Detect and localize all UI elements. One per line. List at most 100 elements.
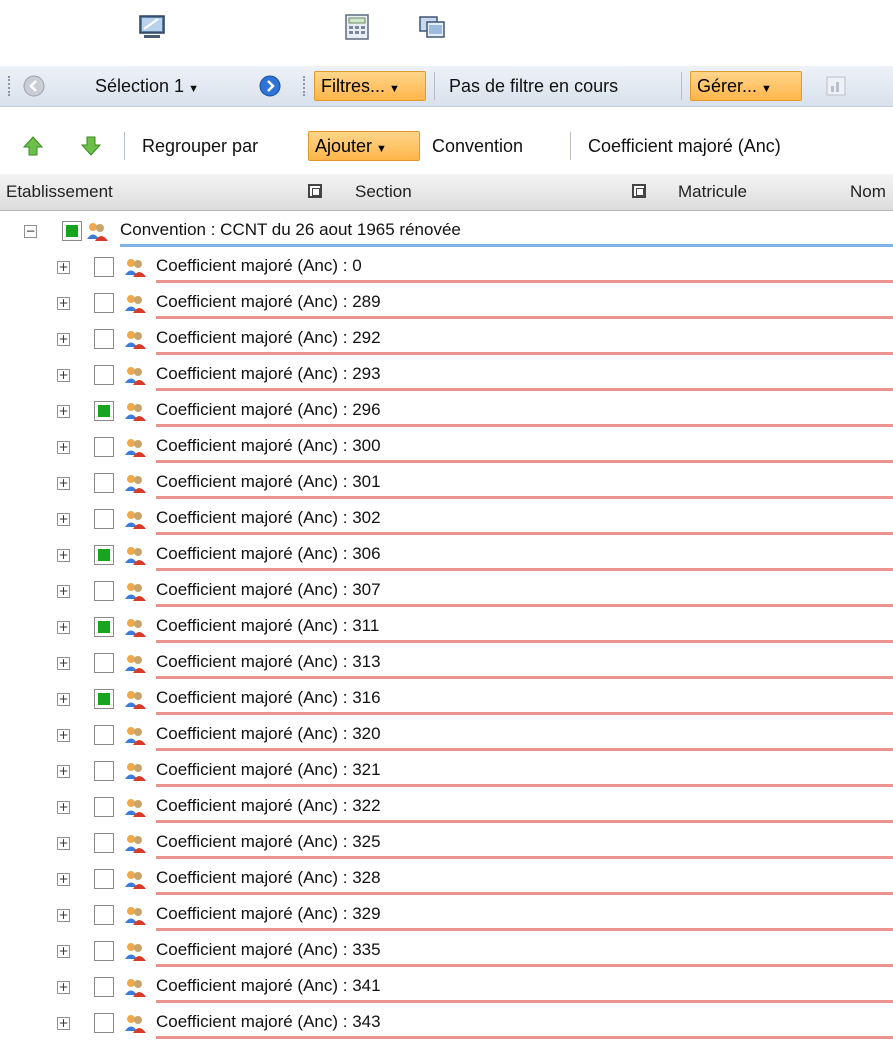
- expand-icon[interactable]: +: [57, 549, 70, 562]
- group-underline: [156, 316, 893, 319]
- monitor-icon[interactable]: [138, 13, 166, 41]
- tree-group-row[interactable]: + Coefficient majoré (Anc) : 329: [0, 898, 893, 934]
- column-chooser-icon[interactable]: [308, 184, 322, 198]
- windows-icon[interactable]: [418, 13, 446, 41]
- tree-group-row[interactable]: + Coefficient majoré (Anc) : 316: [0, 682, 893, 718]
- tree-group-row[interactable]: + Coefficient majoré (Anc) : 0: [0, 250, 893, 286]
- arrow-down-icon[interactable]: [80, 135, 102, 157]
- column-chooser-icon[interactable]: [632, 184, 646, 198]
- column-etablissement[interactable]: Etablissement: [6, 174, 113, 210]
- column-section[interactable]: Section: [355, 174, 412, 210]
- row-checkbox[interactable]: [94, 977, 114, 997]
- next-icon[interactable]: [258, 74, 282, 98]
- tree-group-row[interactable]: + Coefficient majoré (Anc) : 325: [0, 826, 893, 862]
- selection-dropdown[interactable]: Sélection 1 ▼: [95, 66, 199, 109]
- expand-icon[interactable]: +: [57, 621, 70, 634]
- group-chip-coefficient[interactable]: Coefficient majoré (Anc): [588, 124, 781, 168]
- row-checkbox[interactable]: [94, 689, 114, 709]
- group-label: Coefficient majoré (Anc) : 300: [156, 436, 381, 455]
- tree-root-row[interactable]: − Convention : CCNT du 26 aout 1965 réno…: [0, 214, 893, 250]
- expand-icon[interactable]: +: [57, 657, 70, 670]
- row-checkbox[interactable]: [94, 905, 114, 925]
- tree-group-row[interactable]: + Coefficient majoré (Anc) : 320: [0, 718, 893, 754]
- tree-group-row[interactable]: + Coefficient majoré (Anc) : 335: [0, 934, 893, 970]
- tree-group-row[interactable]: + Coefficient majoré (Anc) : 328: [0, 862, 893, 898]
- group-underline: [156, 280, 893, 283]
- tree-group-row[interactable]: + Coefficient majoré (Anc) : 313: [0, 646, 893, 682]
- row-checkbox[interactable]: [94, 473, 114, 493]
- group-label: Coefficient majoré (Anc) : 289: [156, 292, 381, 311]
- expand-icon[interactable]: +: [57, 693, 70, 706]
- add-group-button[interactable]: Ajouter ▼: [308, 131, 420, 161]
- expand-icon[interactable]: +: [57, 729, 70, 742]
- column-nom[interactable]: Nom: [850, 174, 886, 210]
- column-matricule[interactable]: Matricule: [678, 174, 747, 210]
- expand-icon[interactable]: +: [57, 297, 70, 310]
- row-checkbox[interactable]: [94, 257, 114, 277]
- toolbar-grip[interactable]: [8, 76, 13, 96]
- row-checkbox[interactable]: [94, 293, 114, 313]
- group-underline: [156, 856, 893, 859]
- expand-icon[interactable]: +: [57, 765, 70, 778]
- row-checkbox[interactable]: [94, 545, 114, 565]
- expand-icon[interactable]: +: [57, 261, 70, 274]
- tree-group-row[interactable]: + Coefficient majoré (Anc) : 306: [0, 538, 893, 574]
- filters-button[interactable]: Filtres... ▼: [314, 71, 426, 101]
- row-checkbox[interactable]: [94, 653, 114, 673]
- row-checkbox[interactable]: [94, 581, 114, 601]
- expand-icon[interactable]: +: [57, 1017, 70, 1030]
- group-label: Coefficient majoré (Anc) : 320: [156, 724, 381, 743]
- expand-icon[interactable]: +: [57, 981, 70, 994]
- root-checkbox[interactable]: [62, 221, 82, 241]
- row-checkbox[interactable]: [94, 1013, 114, 1033]
- tree-group-row[interactable]: + Coefficient majoré (Anc) : 300: [0, 430, 893, 466]
- row-checkbox[interactable]: [94, 761, 114, 781]
- tree-group-row[interactable]: + Coefficient majoré (Anc) : 343: [0, 1006, 893, 1042]
- group-label: Coefficient majoré (Anc) : 292: [156, 328, 381, 347]
- collapse-icon[interactable]: −: [24, 225, 37, 238]
- manage-button[interactable]: Gérer... ▼: [690, 71, 802, 101]
- tree-group-row[interactable]: + Coefficient majoré (Anc) : 322: [0, 790, 893, 826]
- row-checkbox[interactable]: [94, 725, 114, 745]
- row-checkbox[interactable]: [94, 833, 114, 853]
- tree-group-row[interactable]: + Coefficient majoré (Anc) : 311: [0, 610, 893, 646]
- expand-icon[interactable]: +: [57, 873, 70, 886]
- row-checkbox[interactable]: [94, 401, 114, 421]
- group-chip-convention[interactable]: Convention: [432, 124, 523, 168]
- row-checkbox[interactable]: [94, 869, 114, 889]
- arrow-up-icon[interactable]: [22, 135, 44, 157]
- expand-icon[interactable]: +: [57, 945, 70, 958]
- row-checkbox[interactable]: [94, 941, 114, 961]
- expand-icon[interactable]: +: [57, 441, 70, 454]
- row-checkbox[interactable]: [94, 437, 114, 457]
- row-checkbox[interactable]: [94, 509, 114, 529]
- expand-icon[interactable]: +: [57, 369, 70, 382]
- tree-group-row[interactable]: + Coefficient majoré (Anc) : 289: [0, 286, 893, 322]
- row-checkbox[interactable]: [94, 797, 114, 817]
- row-checkbox[interactable]: [94, 617, 114, 637]
- expand-icon[interactable]: +: [57, 405, 70, 418]
- expand-icon[interactable]: +: [57, 801, 70, 814]
- row-checkbox[interactable]: [94, 365, 114, 385]
- calculator-icon[interactable]: [343, 13, 371, 41]
- expand-icon[interactable]: +: [57, 333, 70, 346]
- tree-group-row[interactable]: + Coefficient majoré (Anc) : 307: [0, 574, 893, 610]
- group-label: Coefficient majoré (Anc) : 335: [156, 940, 381, 959]
- tree-group-row[interactable]: + Coefficient majoré (Anc) : 321: [0, 754, 893, 790]
- tree-group-row[interactable]: + Coefficient majoré (Anc) : 293: [0, 358, 893, 394]
- group-underline: [156, 712, 893, 715]
- tree-group-row[interactable]: + Coefficient majoré (Anc) : 341: [0, 970, 893, 1006]
- expand-icon[interactable]: +: [57, 513, 70, 526]
- expand-icon[interactable]: +: [57, 837, 70, 850]
- previous-icon[interactable]: [22, 74, 46, 98]
- row-checkbox[interactable]: [94, 329, 114, 349]
- expand-icon[interactable]: +: [57, 909, 70, 922]
- tree-group-row[interactable]: + Coefficient majoré (Anc) : 302: [0, 502, 893, 538]
- tree-group-row[interactable]: + Coefficient majoré (Anc) : 301: [0, 466, 893, 502]
- tree-group-row[interactable]: + Coefficient majoré (Anc) : 296: [0, 394, 893, 430]
- expand-icon[interactable]: +: [57, 585, 70, 598]
- chart-icon[interactable]: [826, 76, 846, 96]
- toolbar-separator: [434, 72, 435, 100]
- tree-group-row[interactable]: + Coefficient majoré (Anc) : 292: [0, 322, 893, 358]
- expand-icon[interactable]: +: [57, 477, 70, 490]
